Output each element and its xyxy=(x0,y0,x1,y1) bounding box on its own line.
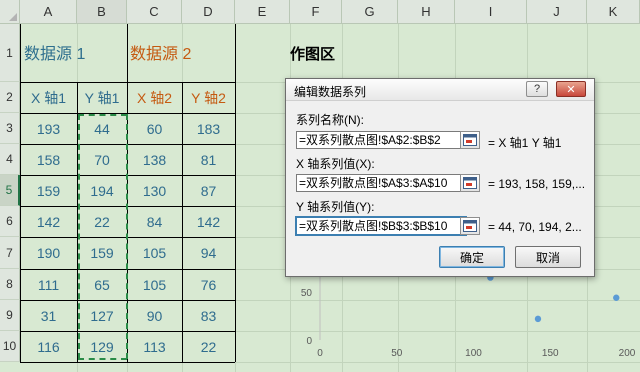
edit-series-dialog: 编辑数据系列 ? ✕ 系列名称(N): =双系列散点图!$A$2:$B$2 = … xyxy=(285,78,595,277)
data-cell[interactable]: 183 xyxy=(182,113,235,144)
dialog-title: 编辑数据系列 xyxy=(294,85,367,99)
scatter-point[interactable] xyxy=(613,294,620,301)
data-cell[interactable]: 158 xyxy=(20,144,77,175)
table-border xyxy=(20,362,235,363)
data-cell[interactable]: 194 xyxy=(77,175,127,206)
range-picker-icon xyxy=(463,177,477,189)
ok-button[interactable]: 确定 xyxy=(439,246,505,268)
range-picker-icon xyxy=(463,220,477,232)
source1-title[interactable]: 数据源 1 xyxy=(24,40,85,64)
select-all-corner[interactable] xyxy=(0,0,20,24)
scatter-point[interactable] xyxy=(534,315,542,323)
data-cell[interactable]: 44 xyxy=(77,113,127,144)
column-header-h[interactable]: H xyxy=(398,0,455,24)
selection-marquee xyxy=(78,358,127,360)
y-values-result: = 44, 70, 194, 2... xyxy=(488,220,582,234)
data-cell[interactable]: 87 xyxy=(182,175,235,206)
data-cell[interactable]: 84 xyxy=(127,206,182,237)
data-cell[interactable]: 190 xyxy=(20,237,77,269)
data-cell[interactable]: 111 xyxy=(20,269,77,300)
data-cell[interactable]: 83 xyxy=(182,300,235,331)
data-cell[interactable]: 159 xyxy=(20,175,77,206)
column-header-d[interactable]: D xyxy=(182,0,235,24)
series-name-input[interactable]: =双系列散点图!$A$2:$B$2 xyxy=(296,131,466,149)
column-header-a[interactable]: A xyxy=(20,0,77,24)
y-tick-label: 50 xyxy=(301,288,313,299)
select-all-triangle-icon xyxy=(9,13,17,21)
column-header-f[interactable]: F xyxy=(290,0,342,24)
x-tick-label: 200 xyxy=(619,348,636,359)
scatter-chart[interactable]: 0 50 100 150 200 50 0 xyxy=(290,270,640,372)
header-cell[interactable]: Y 轴1 xyxy=(77,82,127,113)
selection-marquee xyxy=(126,114,128,359)
x-values-label: X 轴系列值(X): xyxy=(296,157,375,171)
column-header-b[interactable]: B xyxy=(77,0,127,24)
dialog-titlebar[interactable]: 编辑数据系列 ? ✕ xyxy=(286,79,594,101)
data-cell[interactable]: 138 xyxy=(127,144,182,175)
source2-title[interactable]: 数据源 2 xyxy=(130,40,191,64)
row-header-2[interactable]: 2 xyxy=(0,82,20,113)
column-header-c[interactable]: C xyxy=(127,0,182,24)
data-cell[interactable]: 113 xyxy=(127,331,182,362)
x-values-result: = 193, 158, 159,... xyxy=(488,177,586,191)
x-tick-label: 150 xyxy=(542,348,559,359)
x-values-input[interactable]: =双系列散点图!$A$3:$A$10 xyxy=(296,174,466,192)
column-header-g[interactable]: G xyxy=(342,0,398,24)
row-header-7[interactable]: 7 xyxy=(0,237,20,269)
data-cell[interactable]: 142 xyxy=(182,206,235,237)
cancel-button[interactable]: 取消 xyxy=(515,246,581,268)
help-button[interactable]: ? xyxy=(526,81,548,97)
data-cell[interactable]: 105 xyxy=(127,269,182,300)
y-tick-label: 0 xyxy=(306,336,312,347)
row-header-8[interactable]: 8 xyxy=(0,269,20,300)
data-cell[interactable]: 90 xyxy=(127,300,182,331)
series-name-range-picker[interactable] xyxy=(460,131,480,149)
selection-marquee xyxy=(78,114,127,116)
x-tick-label: 0 xyxy=(317,348,323,359)
column-header-k[interactable]: K xyxy=(587,0,640,24)
data-cell[interactable]: 94 xyxy=(182,237,235,269)
series-name-label: 系列名称(N): xyxy=(296,113,364,127)
data-cell[interactable]: 70 xyxy=(77,144,127,175)
selection-marquee xyxy=(78,114,80,359)
data-cell[interactable]: 130 xyxy=(127,175,182,206)
header-cell[interactable]: X 轴2 xyxy=(127,82,182,113)
x-tick-label: 100 xyxy=(465,348,482,359)
data-cell[interactable]: 142 xyxy=(20,206,77,237)
row-header-1[interactable]: 1 xyxy=(0,24,20,82)
row-header-3[interactable]: 3 xyxy=(0,113,20,144)
data-cell[interactable]: 22 xyxy=(182,331,235,362)
header-cell[interactable]: Y 轴2 xyxy=(182,82,235,113)
row-header-6[interactable]: 6 xyxy=(0,206,20,237)
data-cell[interactable]: 76 xyxy=(182,269,235,300)
data-cell[interactable]: 127 xyxy=(77,300,127,331)
column-header-e[interactable]: E xyxy=(235,0,290,24)
range-picker-icon xyxy=(463,134,477,146)
data-cell[interactable]: 65 xyxy=(77,269,127,300)
y-values-range-picker[interactable] xyxy=(460,217,480,235)
row-header-9[interactable]: 9 xyxy=(0,300,20,331)
table-border xyxy=(235,24,236,362)
x-values-range-picker[interactable] xyxy=(460,174,480,192)
close-button[interactable]: ✕ xyxy=(556,81,586,97)
plot-area-title[interactable]: 作图区 xyxy=(290,43,335,64)
column-header-i[interactable]: I xyxy=(455,0,527,24)
header-cell[interactable]: X 轴1 xyxy=(20,82,77,113)
data-cell[interactable]: 105 xyxy=(127,237,182,269)
data-cell[interactable]: 60 xyxy=(127,113,182,144)
x-tick-label: 50 xyxy=(391,348,403,359)
data-cell[interactable]: 193 xyxy=(20,113,77,144)
data-cell[interactable]: 22 xyxy=(77,206,127,237)
series-name-result: = X 轴1 Y 轴1 xyxy=(488,136,562,150)
data-cell[interactable]: 159 xyxy=(77,237,127,269)
data-cell[interactable]: 31 xyxy=(20,300,77,331)
data-cell[interactable]: 116 xyxy=(20,331,77,362)
data-cell[interactable]: 81 xyxy=(182,144,235,175)
column-header-j[interactable]: J xyxy=(527,0,587,24)
y-values-label: Y 轴系列值(Y): xyxy=(296,200,375,214)
row-header-5[interactable]: 5 xyxy=(0,175,20,206)
row-header-10[interactable]: 10 xyxy=(0,331,20,362)
y-values-input[interactable]: =双系列散点图!$B$3:$B$10 xyxy=(296,217,466,235)
row-header-4[interactable]: 4 xyxy=(0,144,20,175)
